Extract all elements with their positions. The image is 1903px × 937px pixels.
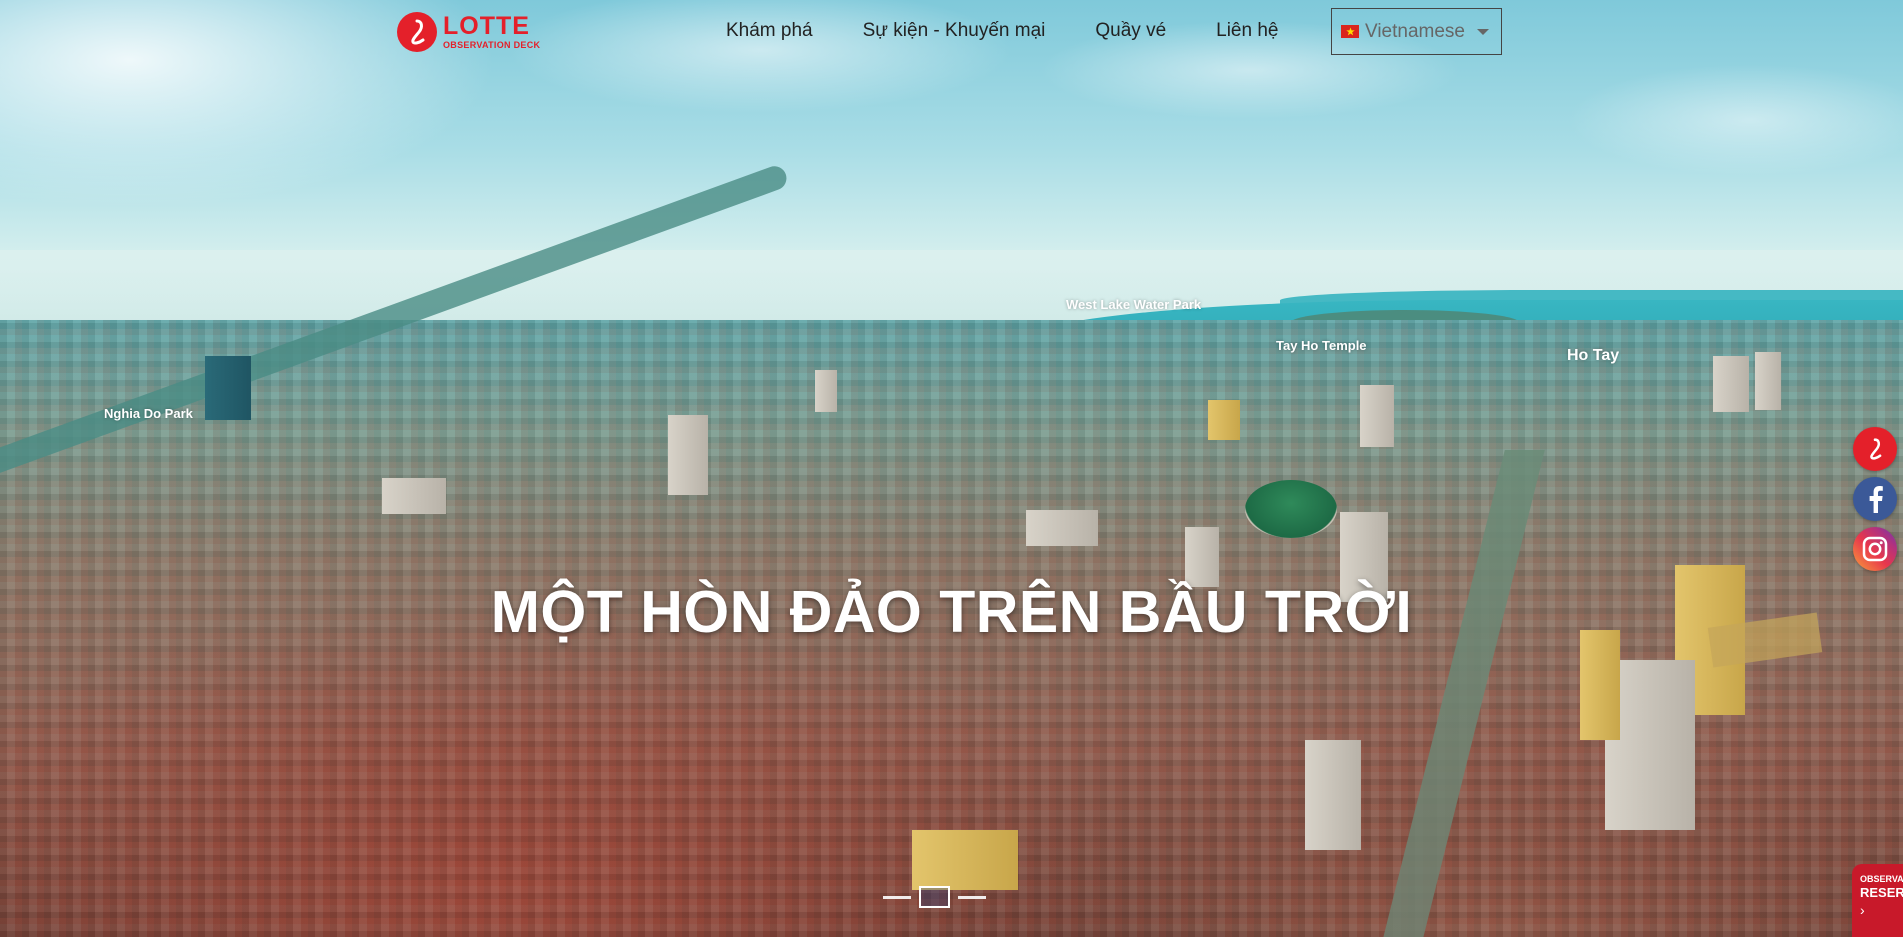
top-navbar: LOTTE OBSERVATION DECK Khám phá Sự kiện … [0, 0, 1903, 64]
vietnam-flag-icon [1341, 25, 1359, 38]
reservation-button[interactable]: OBSERVATION RESERVATION › [1852, 864, 1903, 937]
building [815, 370, 837, 412]
main-nav: Khám phá Sự kiện - Khuyến mại Quầy vé Li… [726, 20, 1278, 42]
chevron-right-icon: › [1860, 902, 1865, 918]
place-label-tay-ho-temple: Tay Ho Temple [1276, 338, 1367, 353]
instagram-button[interactable] [1853, 527, 1897, 571]
building [1755, 352, 1781, 410]
place-label-nghia-do-park: Nghia Do Park [104, 406, 193, 421]
place-label-west-lake-water-park: West Lake Water Park [1066, 297, 1202, 312]
reservation-line2: RESERVATION [1860, 885, 1903, 900]
building [382, 478, 446, 514]
instagram-icon [1862, 536, 1888, 562]
lotte-social-button[interactable] [1853, 427, 1897, 471]
place-label-ho-tay: Ho Tay [1567, 347, 1620, 364]
slider-indicators [883, 886, 986, 908]
lotte-logo-icon [397, 12, 437, 52]
language-selected-label: Vietnamese [1365, 20, 1465, 42]
hero-headline: MỘT HÒN ĐẢO TRÊN BẦU TRỜI [490, 579, 1413, 645]
building [1026, 510, 1098, 546]
brand-name: LOTTE [443, 12, 530, 40]
hero-banner: West Lake Water Park Tay Ho Temple Ho Ta… [0, 0, 1903, 937]
slider-dot-active[interactable] [919, 886, 950, 908]
lotte-icon [1870, 438, 1882, 460]
nav-item-contact[interactable]: Liên hệ [1216, 20, 1278, 42]
language-selector[interactable]: Vietnamese [1331, 8, 1502, 55]
building [1360, 385, 1394, 447]
building [668, 415, 708, 495]
reservation-line1: OBSERVATION [1860, 874, 1903, 884]
building [1713, 356, 1749, 412]
chevron-down-icon [1477, 28, 1489, 35]
nav-item-explore[interactable]: Khám phá [726, 20, 813, 42]
nav-item-events-promotions[interactable]: Sự kiện - Khuyến mại [863, 20, 1046, 42]
building [912, 830, 1018, 890]
facebook-button[interactable] [1853, 477, 1897, 521]
building [1208, 400, 1240, 440]
stadium [1245, 480, 1337, 538]
brand-subtitle: OBSERVATION DECK [443, 40, 541, 50]
slider-dot[interactable] [958, 895, 986, 899]
social-links [1853, 427, 1897, 571]
building [205, 356, 251, 420]
nav-item-ticket-counter[interactable]: Quầy vé [1095, 20, 1166, 42]
lotte-logo[interactable]: LOTTE OBSERVATION DECK [397, 12, 540, 52]
building [1580, 630, 1620, 740]
facebook-icon [1869, 486, 1883, 513]
building [1305, 740, 1361, 850]
slider-dot[interactable] [883, 895, 911, 899]
